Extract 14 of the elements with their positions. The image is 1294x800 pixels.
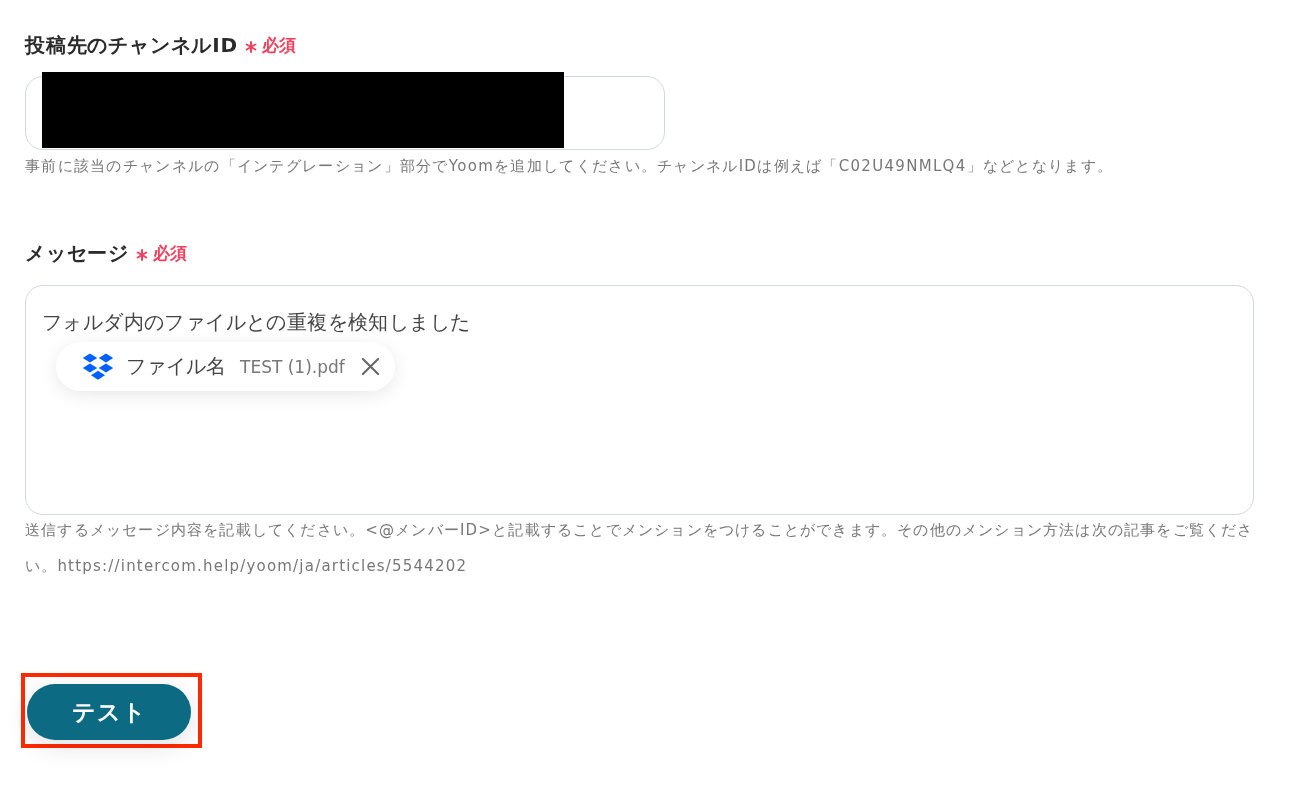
- required-label: 必須: [153, 241, 187, 265]
- message-text: フォルダ内のファイルとの重複を検知しました: [42, 309, 472, 336]
- message-field[interactable]: フォルダ内のファイルとの重複を検知しました ファイル名 TEST (1).pdf: [25, 285, 1254, 515]
- dropbox-icon: [82, 352, 114, 381]
- close-icon[interactable]: [360, 357, 380, 376]
- hint-text: 送信するメッセージ内容を記載してください。<@メンバーID>と記載することでメンションをつけることができます。その他のメンション方法は次の記事をご覧ください。https://intercom.help/yoom/ja/articles/5544202: [25, 520, 1254, 577]
- field-label: 投稿先のチャンネルID: [25, 31, 238, 59]
- test-button[interactable]: テスト: [27, 684, 191, 740]
- chip-label: ファイル名: [126, 353, 226, 380]
- field-label: メッセージ: [25, 239, 129, 267]
- variable-chip[interactable]: ファイル名 TEST (1).pdf: [56, 342, 395, 391]
- hint-text: 事前に該当のチャンネルの「インテグレーション」部分でYoomを追加してください。チャンネルIDは例えば「C02U49NMLQ4」などとなります。: [25, 156, 1115, 176]
- chip-value: TEST (1).pdf: [240, 356, 345, 377]
- required-label: 必須: [261, 33, 296, 57]
